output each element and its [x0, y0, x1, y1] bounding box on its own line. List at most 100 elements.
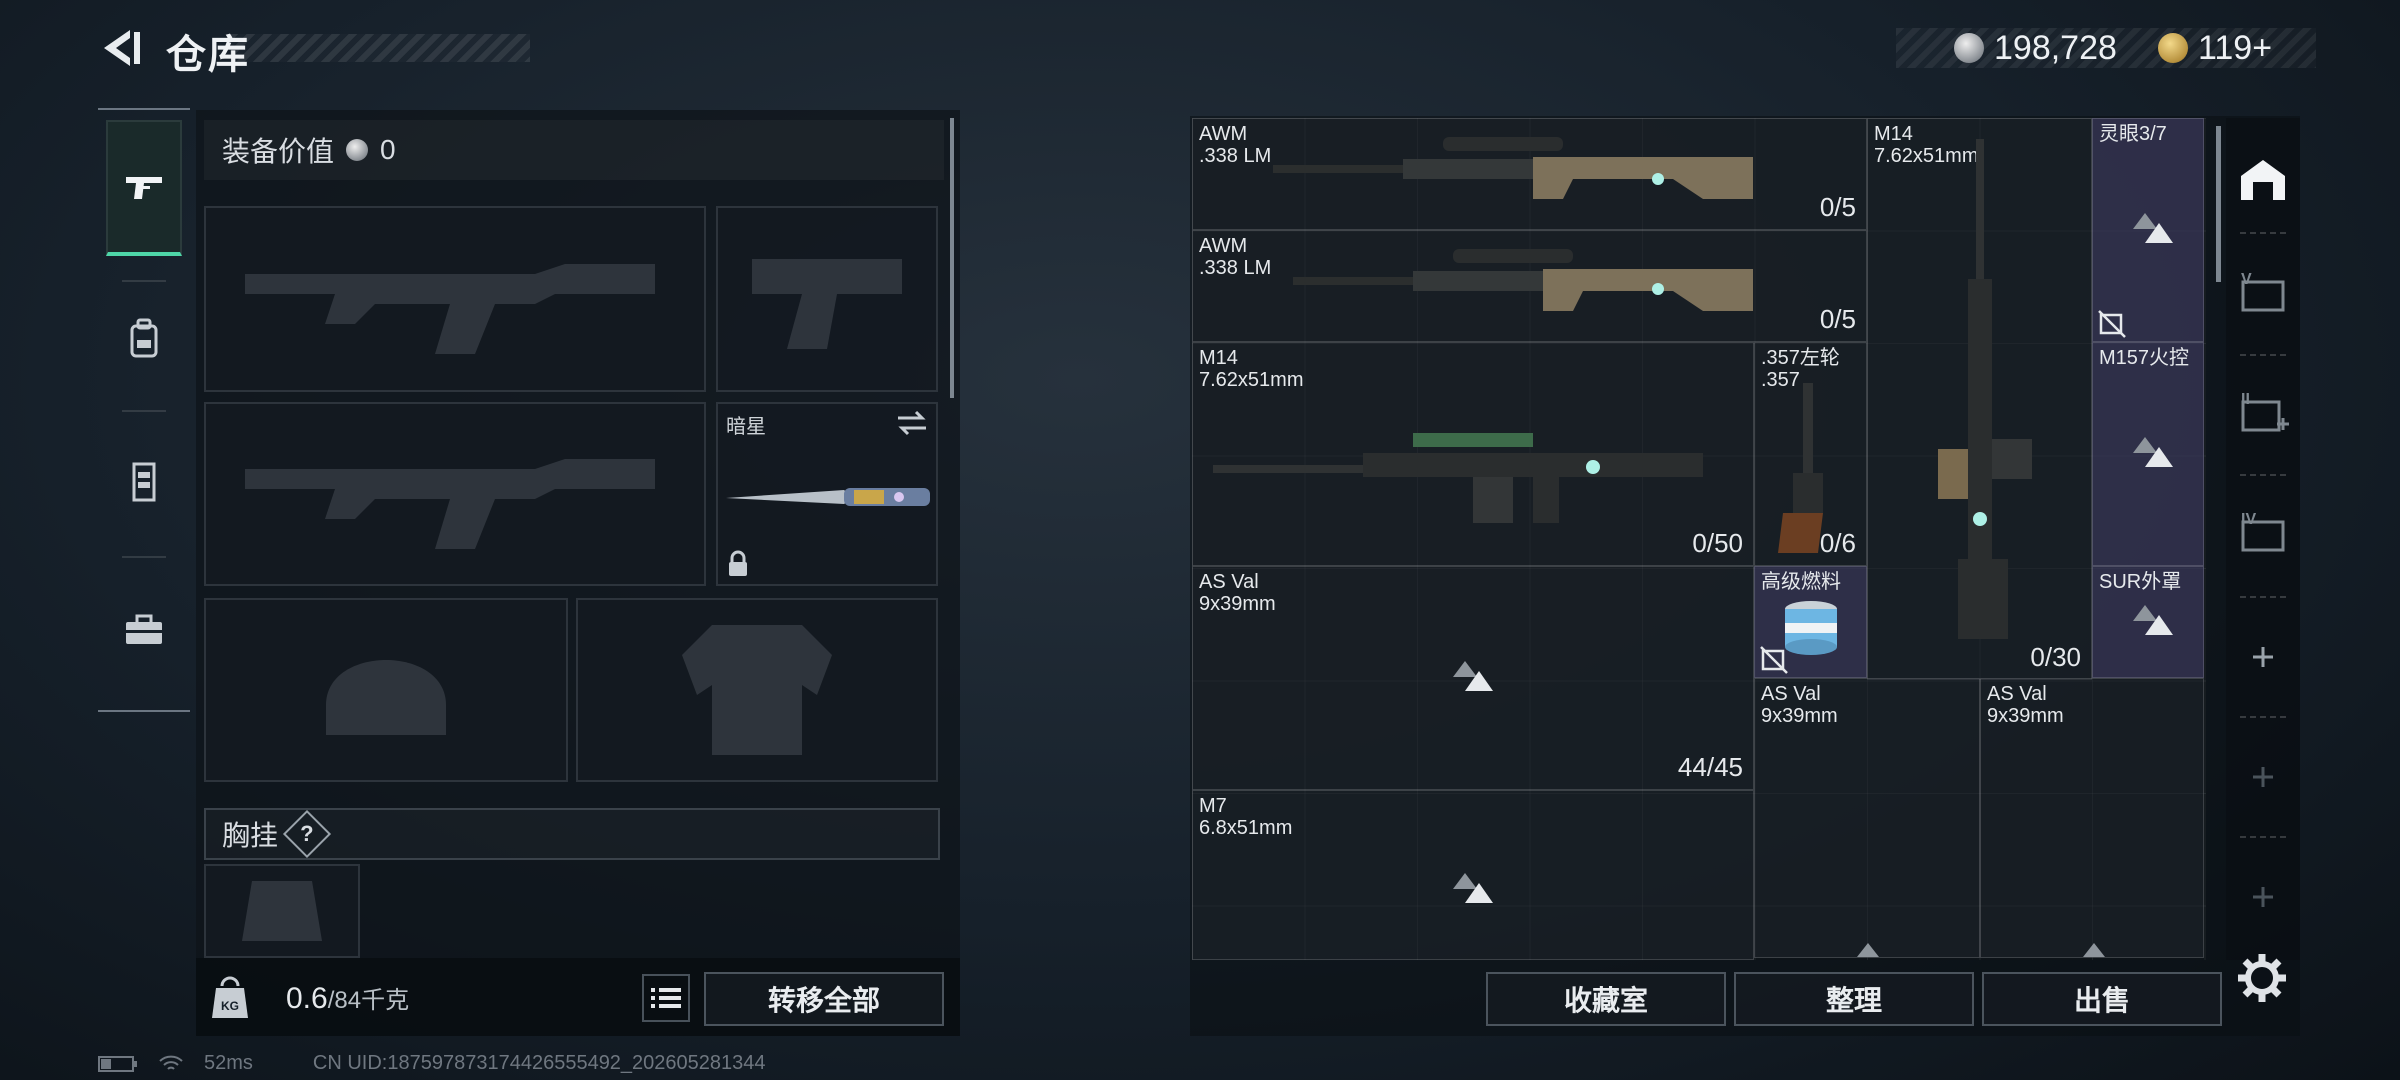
sell-button[interactable]: 出售 — [1982, 972, 2222, 1026]
armor-slot[interactable] — [576, 598, 938, 782]
item-count: 0/50 — [1692, 528, 1743, 558]
chest-rig-header: 胸挂 ? — [204, 808, 940, 860]
collection-room-button[interactable]: 收藏室 — [1486, 972, 1726, 1026]
secondary-weapon-slot[interactable] — [204, 402, 706, 586]
chevron-left-icon — [104, 30, 140, 66]
no-trade-icon — [1760, 646, 1788, 674]
nav-tab-weapons[interactable] — [106, 120, 182, 256]
svg-text:II: II — [2241, 391, 2250, 408]
storage-item[interactable]: SUR外罩 — [2092, 566, 2204, 678]
weight-current: 0.6 — [286, 982, 328, 1015]
storage-item[interactable]: M14 7.62x51mm 0/50 — [1192, 342, 1754, 566]
storage-item[interactable]: M7 6.8x51mm — [1192, 790, 1754, 960]
sniper-rifle-icon — [1293, 249, 1753, 311]
battle-rifle-icon — [1213, 433, 1703, 523]
gold-currency[interactable]: 119+ — [2158, 26, 2272, 70]
storage-box-iv-icon: IV — [2241, 511, 2285, 552]
plus-icon — [2253, 887, 2273, 907]
rifle-silhouette-icon — [245, 459, 655, 549]
toolbox-icon — [126, 614, 162, 644]
storage-item[interactable]: M157火控 — [2092, 342, 2204, 566]
weight-max: /84千克 — [327, 987, 410, 1014]
wifi-icon — [159, 1055, 183, 1070]
gold-amount: 119+ — [2198, 28, 2273, 67]
helmet-slot[interactable] — [204, 598, 568, 782]
silver-amount: 198,728 — [1994, 28, 2117, 67]
equipment-value-label: 装备价值 — [222, 136, 335, 167]
item-name: AWM .338 LM — [1199, 235, 1272, 279]
help-button[interactable]: ? — [282, 809, 332, 859]
storage-item[interactable]: 高级燃料 — [1754, 566, 1867, 678]
rail-separator — [2240, 232, 2286, 234]
melee-name: 暗星 — [726, 416, 766, 438]
sell-label: 出售 — [2073, 985, 2130, 1016]
loadout-scrollbar[interactable] — [950, 118, 954, 398]
add-storage-tab-locked[interactable] — [2232, 734, 2294, 820]
list-view-button[interactable] — [642, 974, 690, 1022]
rifle-silhouette-icon — [245, 264, 655, 354]
svg-text:V: V — [2241, 271, 2252, 288]
item-count: 0/5 — [1819, 192, 1856, 222]
plus-icon — [2253, 647, 2273, 667]
rail-separator — [2240, 716, 2286, 718]
backpack-icon — [130, 318, 158, 358]
storage-item[interactable]: AS Val 9x39mm 44/45 — [1192, 566, 1754, 790]
no-trade-icon — [2098, 310, 2126, 338]
storage-tab-iv[interactable]: IV — [2232, 490, 2294, 576]
item-count: 44/45 — [1677, 752, 1743, 782]
pistol-silhouette-icon — [752, 259, 902, 349]
title-stripe — [230, 34, 530, 62]
pistol-slot[interactable] — [716, 206, 938, 392]
list-icon — [651, 988, 681, 1008]
back-button[interactable] — [96, 24, 144, 72]
settings-gear-icon[interactable] — [2236, 952, 2288, 1004]
storage-item[interactable]: AS Val 9x39mm — [1754, 678, 1980, 958]
item-name: 高级燃料 — [1761, 571, 1841, 593]
storage-scrollbar[interactable] — [2216, 126, 2221, 282]
item-count: 0/30 — [2030, 642, 2081, 672]
status-bar: 52ms CN UID:187597873174426555492_202605… — [98, 1052, 766, 1075]
battery-icon — [98, 1055, 137, 1072]
storage-item[interactable]: AWM .338 LM 0/5 — [1192, 118, 1867, 230]
swap-icon[interactable] — [896, 410, 928, 436]
nav-tab-toolbox[interactable] — [106, 562, 182, 698]
storage-item[interactable]: .357左轮 .357 0/6 — [1754, 342, 1867, 566]
rail-separator — [2240, 596, 2286, 598]
item-name: SUR外罩 — [2099, 571, 2182, 593]
silver-currency: 198,728 — [1954, 26, 2117, 70]
storage-item[interactable]: AWM .338 LM 0/5 — [1192, 230, 1867, 342]
storage-item[interactable]: 灵眼3/7 — [2092, 118, 2204, 342]
add-storage-tab[interactable] — [2232, 614, 2294, 700]
nav-separator — [122, 556, 166, 558]
item-name: AS Val 9x39mm — [1987, 683, 2064, 727]
storage-tab-v[interactable]: V — [2232, 250, 2294, 336]
item-count: 0/6 — [1819, 528, 1856, 558]
storage-tab-main[interactable] — [2232, 136, 2294, 222]
placeholder-triangle-icon — [2133, 213, 2173, 243]
kg-weight-icon: KG — [212, 976, 248, 1018]
add-storage-tab-locked[interactable] — [2232, 854, 2294, 940]
lock-icon — [729, 550, 747, 576]
storage-item[interactable]: AS Val 9x39mm — [1980, 678, 2204, 958]
primary-weapon-slot[interactable] — [204, 206, 706, 392]
nav-tab-armor[interactable] — [106, 414, 182, 550]
battle-rifle-vertical-icon — [1938, 139, 2032, 639]
collection-room-label: 收藏室 — [1563, 985, 1648, 1016]
gold-coin-icon — [2158, 33, 2188, 63]
armor-silhouette-icon — [682, 625, 832, 755]
chest-rig-silhouette-icon — [242, 881, 322, 941]
svg-text:KG: KG — [221, 999, 239, 1013]
storage-tab-ii[interactable]: II — [2232, 370, 2294, 456]
melee-slot[interactable]: 暗星 — [716, 402, 938, 586]
organize-label: 整理 — [1825, 985, 1882, 1016]
organize-button[interactable]: 整理 — [1734, 972, 1974, 1026]
chest-rig-slot[interactable] — [204, 864, 360, 958]
warehouse-icon — [2241, 160, 2285, 200]
storage-item[interactable]: M14 7.62x51mm 0/30 — [1867, 118, 2092, 680]
placeholder-triangle-icon — [1453, 873, 1493, 903]
transfer-all-button[interactable]: 转移全部 — [704, 972, 944, 1026]
helmet-silhouette-icon — [326, 660, 446, 735]
item-name: M7 6.8x51mm — [1199, 795, 1293, 839]
nav-tab-backpack[interactable] — [106, 270, 182, 406]
placeholder-triangle-icon — [2133, 437, 2173, 467]
